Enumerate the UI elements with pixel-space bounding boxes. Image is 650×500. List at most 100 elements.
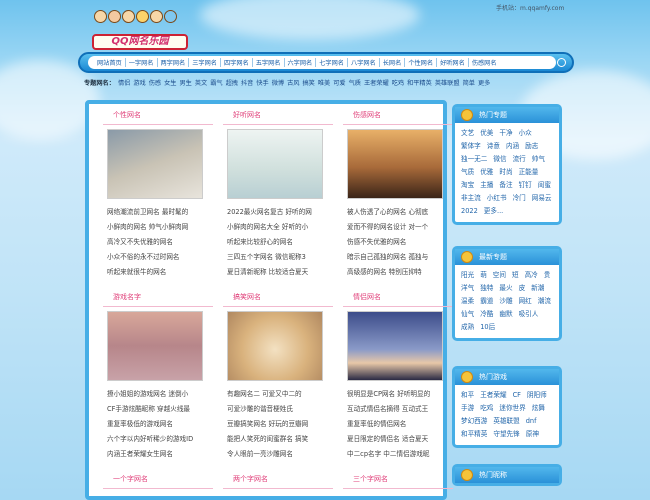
- sidebar-tag-link[interactable]: 成熟: [461, 321, 474, 334]
- sidebar-tag-link[interactable]: 贵: [544, 269, 551, 282]
- topic-link[interactable]: 女生: [164, 78, 176, 87]
- article-link[interactable]: 令人眼前一亮沙雕网名: [227, 447, 337, 462]
- nav-item[interactable]: 四字网名: [221, 58, 252, 67]
- sidebar-tag-link[interactable]: 主播: [480, 179, 493, 192]
- sidebar-tag-link[interactable]: 吸引人: [519, 308, 539, 321]
- nav-item[interactable]: 个性网名: [405, 58, 436, 67]
- sidebar-tag-link[interactable]: 短: [512, 269, 519, 282]
- sidebar-tag-link[interactable]: 气质: [461, 166, 474, 179]
- topic-link[interactable]: 抖音: [241, 78, 253, 87]
- sidebar-tag-link[interactable]: 备注: [499, 179, 512, 192]
- article-link[interactable]: 三四五个字网名 微信昵称3: [227, 250, 337, 265]
- sidebar-tag-link[interactable]: 文艺: [461, 127, 474, 140]
- sidebar-tag-link[interactable]: 洋气: [461, 282, 474, 295]
- section-thumbnail[interactable]: [107, 129, 203, 199]
- sidebar-tag-link[interactable]: 诗意: [487, 140, 500, 153]
- nav-item[interactable]: 网站首页: [94, 58, 125, 67]
- nav-item[interactable]: 七字网名: [316, 58, 347, 67]
- sidebar-box-title[interactable]: 最新专题: [479, 253, 507, 261]
- section-thumbnail[interactable]: [107, 311, 203, 381]
- topic-link[interactable]: 霸气: [210, 78, 222, 87]
- section-thumbnail[interactable]: [347, 311, 443, 381]
- sidebar-tag-link[interactable]: 英雄联盟: [493, 415, 519, 428]
- sidebar-tag-link[interactable]: 和平精英: [461, 428, 487, 441]
- topic-link[interactable]: 情侣: [118, 78, 130, 87]
- sidebar-tag-link[interactable]: 皮: [519, 282, 526, 295]
- article-link[interactable]: 互动式情侣名摘得 互动式王: [347, 402, 457, 417]
- section-title[interactable]: 个性网名: [103, 110, 213, 122]
- sidebar-tag-link[interactable]: dnf: [526, 415, 537, 428]
- sidebar-tag-link[interactable]: 仙气: [461, 308, 474, 321]
- sidebar-tag-link[interactable]: 内涵: [506, 140, 519, 153]
- sidebar-tag-link[interactable]: 迷你世界: [499, 402, 525, 415]
- article-link[interactable]: 重复率极低的游戏网名: [107, 417, 217, 432]
- sidebar-tag-link[interactable]: 手游: [461, 402, 474, 415]
- sidebar-tag-link[interactable]: 10后: [480, 321, 495, 334]
- sidebar-box-title[interactable]: 热门昵称: [479, 471, 507, 479]
- sidebar-tag-link[interactable]: 独特: [480, 282, 493, 295]
- sidebar-tag-link[interactable]: 霸道: [480, 295, 493, 308]
- sidebar-box-title[interactable]: 热门游戏: [479, 373, 507, 381]
- section-title[interactable]: 三个字网名: [343, 474, 453, 486]
- sidebar-tag-link[interactable]: 网易云: [532, 192, 552, 205]
- article-link[interactable]: CF手游炫酷昵称 穿越火线最: [107, 402, 217, 417]
- article-link[interactable]: 小众不俗的永不过时网名: [107, 250, 217, 265]
- sidebar-tag-link[interactable]: 阳光: [461, 269, 474, 282]
- article-link[interactable]: 内涵王者荣耀女生网名: [107, 447, 217, 462]
- sidebar-tag-link[interactable]: 小众: [519, 127, 532, 140]
- article-link[interactable]: 伤感不失优雅的网名: [347, 235, 457, 250]
- nav-item[interactable]: 长网名: [380, 58, 405, 67]
- topic-link[interactable]: 微博: [272, 78, 284, 87]
- article-link[interactable]: 有趣网名二 可爱又中二的: [227, 387, 337, 402]
- sidebar-box-title[interactable]: 热门专题: [479, 111, 507, 119]
- article-link[interactable]: 2022最火网名复古 好听的网: [227, 205, 337, 220]
- section-title[interactable]: 游戏名字: [103, 292, 213, 304]
- sidebar-tag-link[interactable]: 流行: [513, 153, 526, 166]
- section-title[interactable]: 好听网名: [223, 110, 333, 122]
- sidebar-tag-link[interactable]: 吃鸡: [480, 402, 493, 415]
- sidebar-tag-link[interactable]: 小红书: [487, 192, 507, 205]
- nav-item[interactable]: 好听网名: [437, 58, 468, 67]
- article-link[interactable]: 能把人笑死的闺蜜群名 搞笑: [227, 432, 337, 447]
- section-thumbnail[interactable]: [347, 129, 443, 199]
- topic-link[interactable]: 可爱: [333, 78, 345, 87]
- article-link[interactable]: 网络潮流前卫网名 最时髦的: [107, 205, 217, 220]
- sidebar-tag-link[interactable]: 干净: [499, 127, 512, 140]
- topic-link[interactable]: 男生: [179, 78, 191, 87]
- topic-link[interactable]: 更多: [478, 78, 490, 87]
- article-link[interactable]: 撩小姐姐的游戏网名 迷倒小: [107, 387, 217, 402]
- sidebar-tag-link[interactable]: 王者荣耀: [480, 389, 506, 402]
- sidebar-tag-link[interactable]: 高冷: [525, 269, 538, 282]
- sidebar-tag-link[interactable]: 守望先锋: [493, 428, 519, 441]
- sidebar-tag-link[interactable]: 萌: [480, 269, 487, 282]
- sidebar-tag-link[interactable]: 和平: [461, 389, 474, 402]
- article-link[interactable]: 暗示自己孤独的网名 孤独与: [347, 250, 457, 265]
- section-thumbnail[interactable]: [227, 129, 323, 199]
- topic-link[interactable]: 英文: [195, 78, 207, 87]
- section-title[interactable]: 两个字网名: [223, 474, 333, 486]
- sidebar-tag-link[interactable]: 阴阳师: [527, 389, 547, 402]
- nav-item[interactable]: 八字网名: [348, 58, 379, 67]
- sidebar-tag-link[interactable]: 淘宝: [461, 179, 474, 192]
- article-link[interactable]: 爱而不得的网名设计 对一个: [347, 220, 457, 235]
- article-link[interactable]: 中二cp名字 中二情侣游戏昵: [347, 447, 457, 462]
- sidebar-tag-link[interactable]: 帅气: [532, 153, 545, 166]
- sidebar-tag-link[interactable]: 优美: [480, 127, 493, 140]
- mobile-site-link[interactable]: 手机站：m.qqamfy.com: [496, 3, 564, 12]
- topic-link[interactable]: 英雄联盟: [435, 78, 460, 87]
- topic-link[interactable]: 古风: [287, 78, 299, 87]
- sidebar-tag-link[interactable]: 梦幻西游: [461, 415, 487, 428]
- article-link[interactable]: 高冷又不失优雅的网名: [107, 235, 217, 250]
- topic-link[interactable]: 吃鸡: [392, 78, 404, 87]
- sidebar-tag-link[interactable]: 非主流: [461, 192, 481, 205]
- nav-item[interactable]: 六字网名: [285, 58, 316, 67]
- topic-link[interactable]: 伤感: [149, 78, 161, 87]
- sidebar-tag-link[interactable]: 2022: [461, 205, 478, 218]
- sidebar-tag-link[interactable]: 更多...: [484, 205, 503, 218]
- section-thumbnail[interactable]: [227, 311, 323, 381]
- site-logo[interactable]: QQ网名乐园: [92, 10, 192, 52]
- topic-link[interactable]: 和平精英: [407, 78, 432, 87]
- sidebar-tag-link[interactable]: 冷门: [513, 192, 526, 205]
- nav-item[interactable]: 两字网名: [158, 58, 189, 67]
- topic-link[interactable]: 快手: [256, 78, 268, 87]
